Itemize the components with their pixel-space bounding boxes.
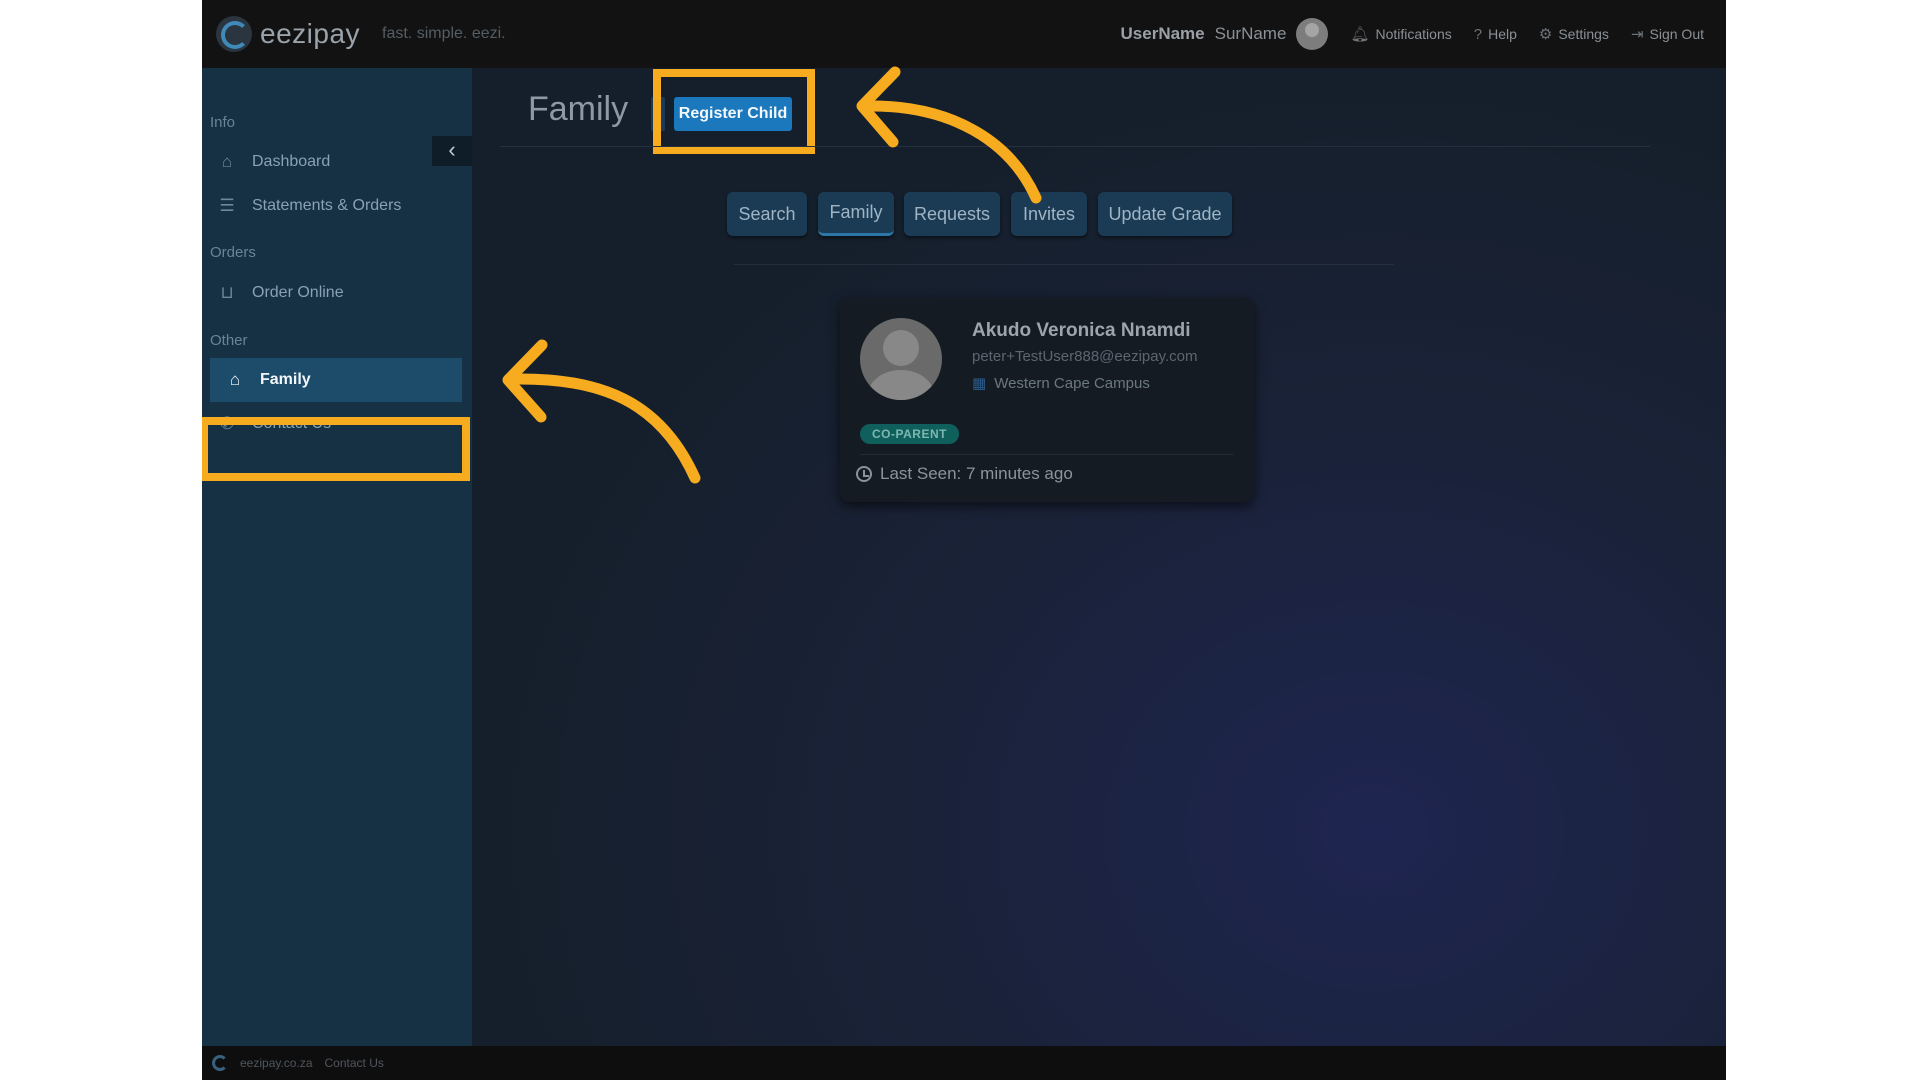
family-icon: ⌂ <box>229 370 241 389</box>
user-first-name: UserName <box>1120 24 1205 43</box>
family-member-card[interactable]: Akudo Veronica Nnamdi peter+TestUser888@… <box>840 298 1254 502</box>
tab-requests[interactable]: Requests <box>904 192 1000 236</box>
sidebar-item-dashboard[interactable]: ⌂ Dashboard <box>202 142 472 182</box>
settings-link[interactable]: ⚙ Settings <box>1539 25 1609 43</box>
avatar[interactable] <box>1296 18 1329 50</box>
user-last-name: SurName <box>1214 24 1287 43</box>
notifications-link[interactable]: 🔔︎ Notifications <box>1350 25 1451 43</box>
status-badge: CO-PARENT <box>860 424 959 444</box>
home-icon: ⌂ <box>221 152 233 171</box>
member-campus: ▦ Western Cape Campus <box>972 374 1150 393</box>
divider <box>860 454 1234 455</box>
sidebar-item-order-online[interactable]: ⊔ Order Online <box>202 273 472 313</box>
app-window: eezipay fast. simple. eezi. UserName Sur… <box>202 0 1726 1080</box>
last-seen: Last Seen: 7 minutes ago <box>856 464 1073 484</box>
brand[interactable]: eezipay fast. simple. eezi. <box>216 14 506 54</box>
tab-family[interactable]: Family <box>818 192 894 236</box>
footer-site-link[interactable]: eezipay.co.za <box>240 1056 313 1070</box>
sidebar-item-label: Statements & Orders <box>252 197 402 214</box>
eezipay-logo-icon <box>216 16 252 52</box>
sign-out-label: Sign Out <box>1649 26 1704 42</box>
sidebar-item-label: Dashboard <box>252 153 331 170</box>
sidebar-item-label: Order Online <box>252 284 344 301</box>
settings-label: Settings <box>1558 26 1609 42</box>
help-label: Help <box>1488 26 1517 42</box>
bell-icon: 🔔︎ <box>1350 26 1370 43</box>
sidebar-item-label: Family <box>260 371 311 388</box>
notifications-label: Notifications <box>1375 26 1452 42</box>
top-bar: eezipay fast. simple. eezi. UserName Sur… <box>202 0 1726 68</box>
sign-out-icon: ⇥ <box>1630 26 1644 43</box>
highlight-box-family <box>202 417 470 481</box>
tab-invites[interactable]: Invites <box>1011 192 1087 236</box>
eezipay-logo-icon <box>212 1055 228 1071</box>
help-link[interactable]: ? Help <box>1474 26 1517 43</box>
divider <box>734 264 1394 265</box>
section-title-orders: Orders <box>210 244 256 261</box>
user-menu[interactable]: UserName SurName <box>1121 18 1329 50</box>
sidebar-item-statements[interactable]: ☰ Statements & Orders <box>202 186 472 226</box>
sidebar: ‹ Info ⌂ Dashboard ☰ Statements & Orders… <box>202 68 472 1046</box>
basket-icon: ⊔ <box>220 283 234 302</box>
avatar <box>860 318 942 400</box>
tab-update-grade[interactable]: Update Grade <box>1098 192 1232 236</box>
divider <box>500 146 1650 147</box>
brand-name: eezipay <box>260 18 361 49</box>
last-seen-label: Last Seen: 7 minutes ago <box>880 464 1073 483</box>
section-title-info: Info <box>210 114 236 131</box>
question-icon: ? <box>1473 25 1483 43</box>
clock-icon <box>856 466 872 482</box>
top-nav: UserName SurName 🔔︎ Notifications ? Help… <box>1121 0 1704 68</box>
main-content: Family Register Child Search Family Requ… <box>472 68 1726 1046</box>
tab-bar: Search Family Requests Invites Update Gr… <box>472 192 1726 238</box>
footer-contact-link[interactable]: Contact Us <box>325 1056 384 1070</box>
member-email: peter+TestUser888@eezipay.com <box>972 348 1198 365</box>
member-name: Akudo Veronica Nnamdi <box>972 320 1191 341</box>
building-icon: ▦ <box>972 375 987 392</box>
section-title-other: Other <box>210 332 248 349</box>
gear-icon: ⚙ <box>1538 26 1553 43</box>
tab-search[interactable]: Search <box>727 192 807 236</box>
sign-out-link[interactable]: ⇥ Sign Out <box>1631 25 1704 43</box>
brand-tagline: fast. simple. eezi. <box>382 25 506 42</box>
list-icon: ☰ <box>219 196 235 215</box>
page-title: Family <box>528 90 629 128</box>
highlight-box-register <box>653 69 815 154</box>
sidebar-item-family[interactable]: ⌂ Family <box>210 358 462 402</box>
campus-label: Western Cape Campus <box>994 374 1150 392</box>
footer: eezipay.co.za Contact Us <box>202 1046 1726 1080</box>
